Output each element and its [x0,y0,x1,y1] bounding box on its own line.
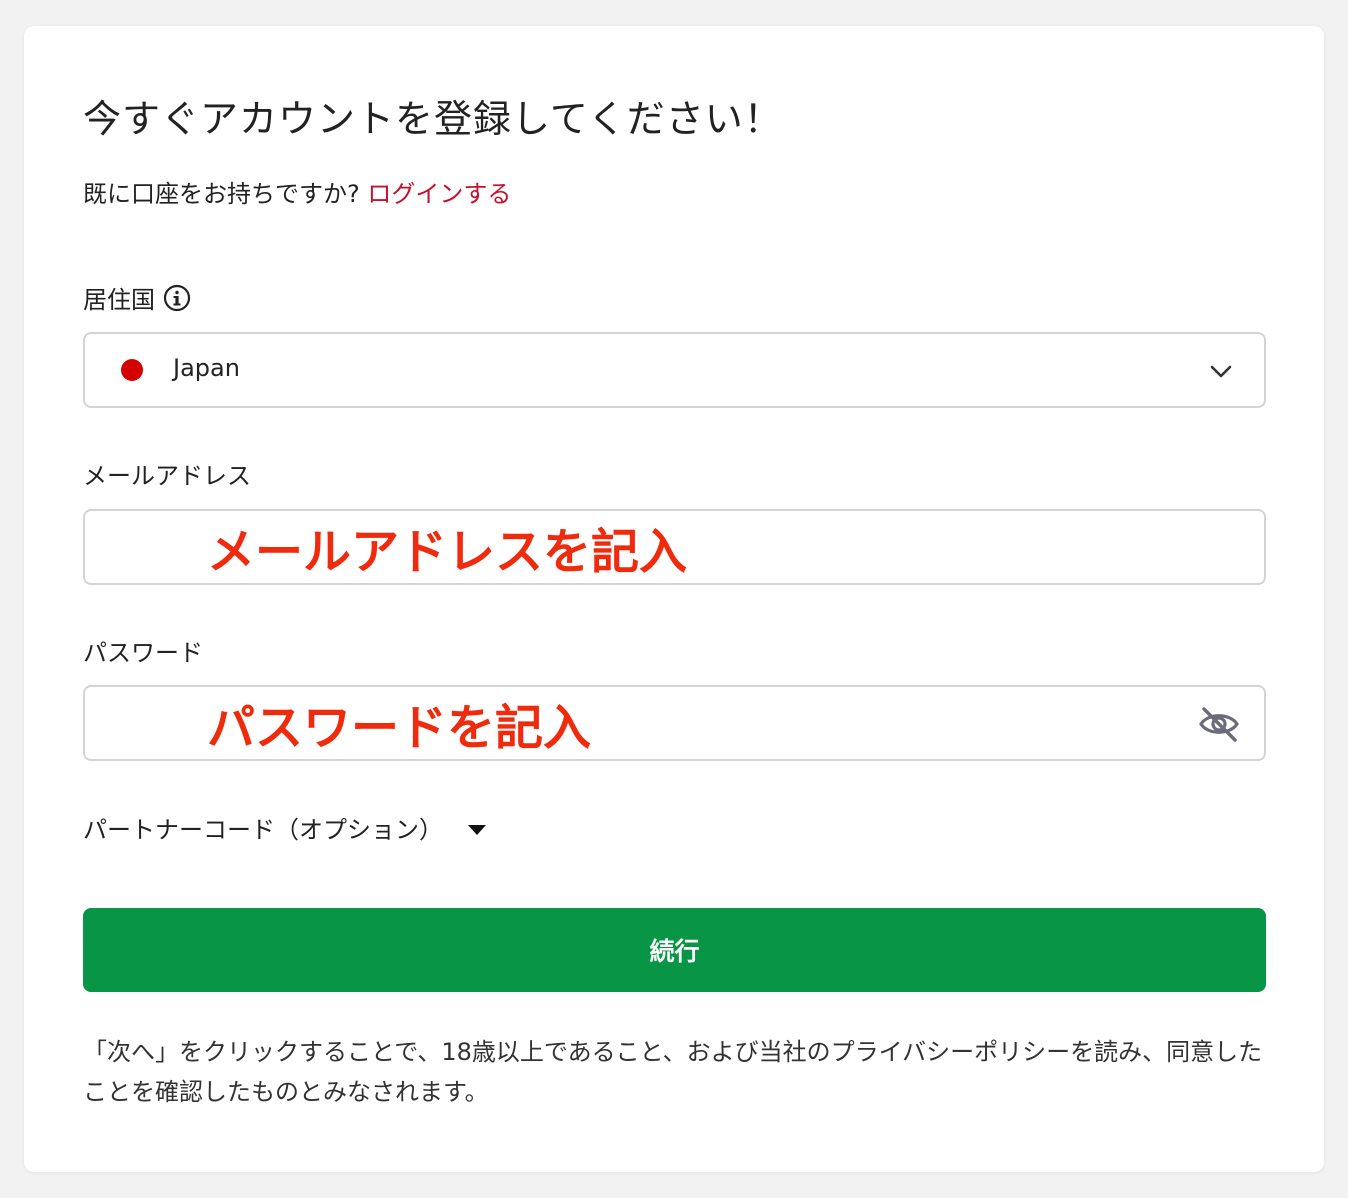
login-prompt-text: 既に口座をお持ちですか? [83,180,368,208]
chevron-down-icon [1210,365,1232,378]
continue-button[interactable]: 続行 [83,908,1266,992]
info-icon[interactable] [163,284,191,312]
japan-flag-icon [121,359,143,381]
email-field-box [83,509,1266,585]
caret-down-icon [468,824,486,835]
password-field[interactable] [87,689,1186,757]
login-prompt: 既に口座をお持ちですか? ログインする [83,174,511,209]
partner-code-toggle[interactable]: パートナーコード（オプション） [83,810,487,845]
terms-disclaimer: 「次へ」をクリックすることで、18歳以上であること、および当社のプライバシーポリ… [83,1038,1263,1106]
registration-card: 今すぐアカウントを登録してください！ 既に口座をお持ちですか? ログインする 居… [24,26,1324,1172]
email-field[interactable] [87,513,1186,581]
country-select[interactable]: Japan [83,332,1266,408]
country-label: 居住国 [83,280,191,315]
country-value: Japan [173,354,240,382]
country-label-text: 居住国 [83,286,155,314]
page-title: 今すぐアカウントを登録してください！ [83,97,783,141]
eye-slash-icon[interactable] [1198,704,1240,744]
partner-code-label: パートナーコード（オプション） [83,816,443,844]
password-label: パスワード [83,639,203,667]
email-label: メールアドレス [83,462,251,490]
login-link[interactable]: ログインする [367,180,511,208]
password-field-box [83,685,1266,761]
